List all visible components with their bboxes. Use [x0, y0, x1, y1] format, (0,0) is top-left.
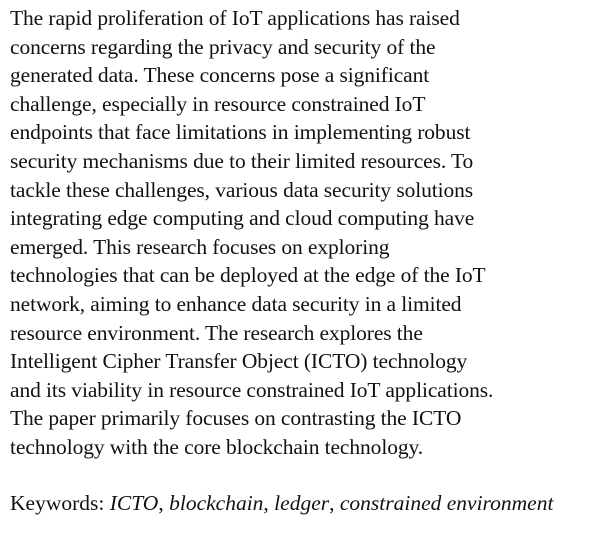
abstract-line: network, aiming to enhance data security… — [10, 291, 462, 316]
abstract-line: Intelligent Cipher Transfer Object (ICTO… — [10, 349, 468, 374]
keyword: constrained environment — [339, 490, 554, 515]
abstract-line: tackle these challenges, various data se… — [10, 177, 474, 202]
abstract-line: resource environment. The research explo… — [10, 320, 423, 345]
abstract-line: The paper primarily focuses on contrasti… — [10, 406, 462, 431]
abstract-line: security mechanisms due to their limited… — [10, 148, 474, 173]
abstract-paragraph: The rapid proliferation of IoT applicati… — [10, 4, 603, 462]
abstract-line: The rapid proliferation of IoT applicati… — [10, 6, 460, 30]
keyword: ledger — [274, 490, 330, 515]
abstract-line: emerged. This research focuses on explor… — [10, 234, 390, 259]
keyword: ICTO — [109, 490, 159, 515]
abstract-line: and its viability in resource constraine… — [10, 377, 494, 402]
abstract-line: generated data. These concerns pose a si… — [10, 63, 430, 88]
keyword-separator: , — [329, 490, 335, 515]
abstract-line: technologies that can be deployed at the… — [10, 263, 486, 288]
keyword-separator: , — [263, 490, 269, 515]
keywords-section: Keywords: ICTO, blockchain, ledger, cons… — [10, 489, 603, 518]
keyword: blockchain — [169, 490, 264, 515]
abstract-line: technology with the core blockchain tech… — [10, 434, 424, 459]
abstract-line: endpoints that face limitations in imple… — [10, 120, 471, 145]
abstract-line: challenge, especially in resource constr… — [10, 91, 426, 116]
abstract-line: concerns regarding the privacy and secur… — [10, 34, 436, 59]
paper-page: The rapid proliferation of IoT applicati… — [0, 0, 603, 545]
keyword-separator: , — [158, 490, 164, 515]
keywords-label: Keywords: — [10, 490, 105, 515]
abstract-line: integrating edge computing and cloud com… — [10, 206, 475, 231]
